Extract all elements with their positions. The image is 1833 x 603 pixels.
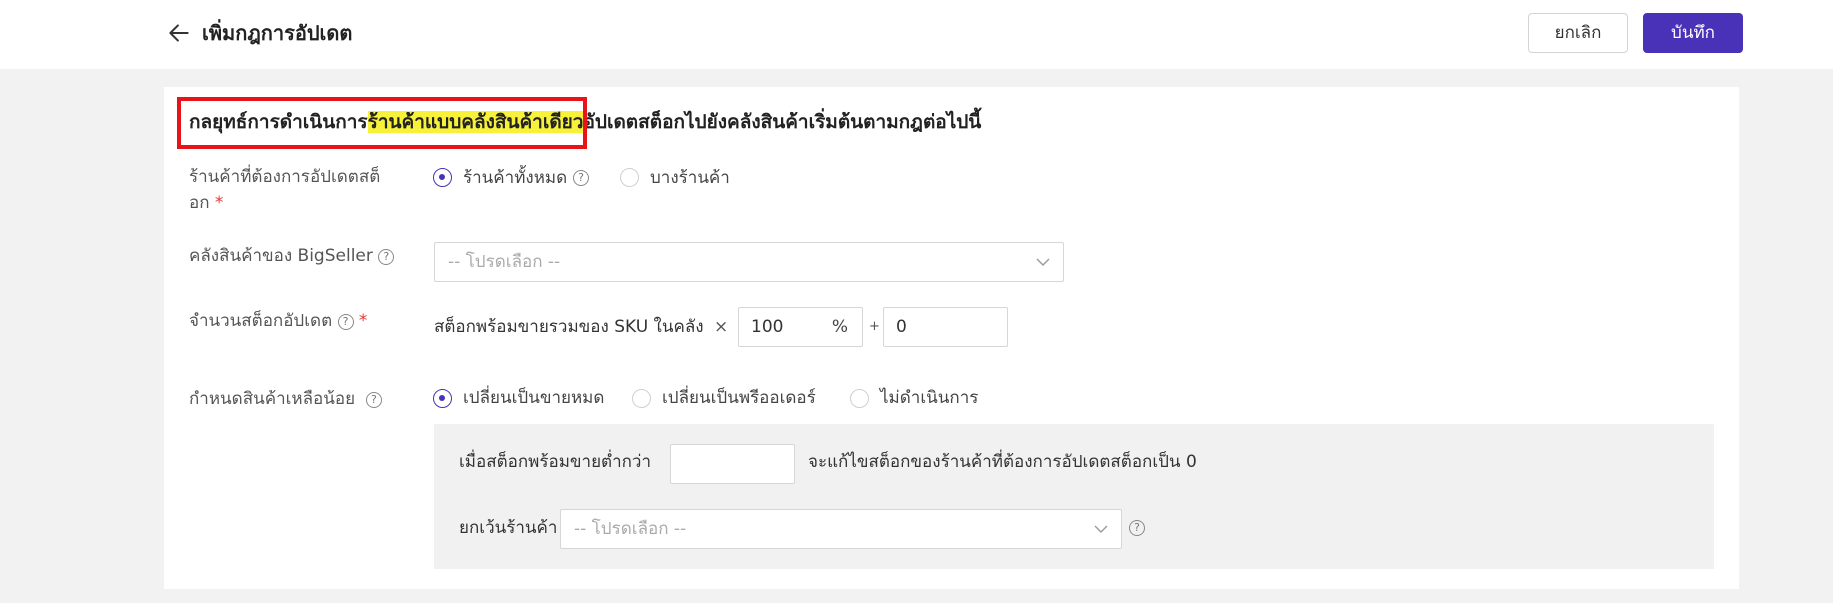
radio-all-shops[interactable] bbox=[433, 168, 452, 187]
page-title: เพิ่มกฎการอัปเดต bbox=[202, 21, 353, 45]
threshold-suffix: จะแก้ไขสต็อกของร้านค้าที่ต้องการอัปเดตสต… bbox=[808, 452, 1197, 472]
multiply-sign: × bbox=[714, 317, 729, 337]
threshold-input[interactable] bbox=[670, 444, 795, 484]
percent-input[interactable]: 100 % bbox=[738, 307, 863, 347]
low-stock-label: กำหนดสินค้าเหลือน้อย ? bbox=[189, 386, 382, 412]
help-icon[interactable]: ? bbox=[1129, 520, 1145, 536]
radio-no-action-label[interactable]: ไม่ดำเนินการ bbox=[880, 385, 978, 411]
add-value-input-value: 0 bbox=[896, 317, 907, 337]
back-arrow-icon[interactable] bbox=[166, 20, 192, 46]
shops-label-line2: อก bbox=[189, 193, 210, 213]
save-button[interactable]: บันทึก bbox=[1643, 13, 1743, 53]
stock-qty-label: จำนวนสต็อกอัปเดต ? * bbox=[189, 308, 367, 334]
radio-sold-out[interactable] bbox=[433, 389, 452, 408]
low-stock-label-text: กำหนดสินค้าเหลือน้อย bbox=[189, 389, 356, 409]
top-bar: เพิ่มกฎการอัปเดต ยกเลิก บันทึก bbox=[0, 0, 1833, 69]
percent-input-value: 100 bbox=[751, 317, 784, 337]
heading-suffix: อัปเดตสต็อกไปยังคลังสินค้าเริ่มต้นตามกฎต… bbox=[583, 111, 982, 133]
warehouse-select[interactable]: -- โปรดเลือก -- bbox=[434, 242, 1064, 282]
help-icon[interactable]: ? bbox=[573, 170, 589, 186]
annotation-box bbox=[177, 97, 587, 149]
except-shops-label: ยกเว้นร้านค้า bbox=[459, 518, 558, 538]
add-value-input[interactable]: 0 bbox=[883, 307, 1008, 347]
radio-sold-out-label[interactable]: เปลี่ยนเป็นขายหมด bbox=[463, 385, 604, 411]
radio-preorder[interactable] bbox=[632, 389, 651, 408]
warehouse-select-placeholder: -- โปรดเลือก -- bbox=[448, 252, 561, 272]
help-icon[interactable]: ? bbox=[378, 249, 395, 265]
except-shops-select[interactable]: -- โปรดเลือก -- bbox=[560, 509, 1122, 549]
shops-label-line1: ร้านค้าที่ต้องการอัปเดตสต็ bbox=[189, 167, 381, 187]
radio-some-shops-label[interactable]: บางร้านค้า bbox=[650, 165, 730, 191]
radio-all-shops-label[interactable]: ร้านค้าทั้งหมด bbox=[463, 165, 567, 191]
required-mark: * bbox=[358, 311, 368, 331]
warehouse-label-text: คลังสินค้าของ BigSeller bbox=[189, 246, 373, 266]
chevron-down-icon bbox=[1036, 258, 1050, 266]
radio-some-shops[interactable] bbox=[620, 168, 639, 187]
chevron-down-icon bbox=[1094, 525, 1108, 533]
cancel-button[interactable]: ยกเลิก bbox=[1528, 13, 1628, 53]
percent-unit: % bbox=[831, 317, 848, 337]
help-icon[interactable]: ? bbox=[365, 392, 382, 408]
radio-no-action[interactable] bbox=[850, 389, 869, 408]
radio-preorder-label[interactable]: เปลี่ยนเป็นพรีออเดอร์ bbox=[662, 385, 816, 411]
except-shops-placeholder: -- โปรดเลือก -- bbox=[574, 519, 687, 539]
required-mark: * bbox=[214, 193, 224, 213]
threshold-label: เมื่อสต็อกพร้อมขายต่ำกว่า bbox=[459, 452, 651, 472]
stock-formula-text: สต็อกพร้อมขายรวมของ SKU ในคลัง bbox=[434, 317, 704, 337]
plus-sign: + bbox=[869, 319, 880, 334]
stock-qty-label-text: จำนวนสต็อกอัปเดต bbox=[189, 311, 333, 331]
help-icon[interactable]: ? bbox=[337, 314, 354, 330]
warehouse-label: คลังสินค้าของ BigSeller ? bbox=[189, 243, 395, 269]
shops-label: ร้านค้าที่ต้องการอัปเดตสต็ อก * bbox=[189, 164, 380, 216]
